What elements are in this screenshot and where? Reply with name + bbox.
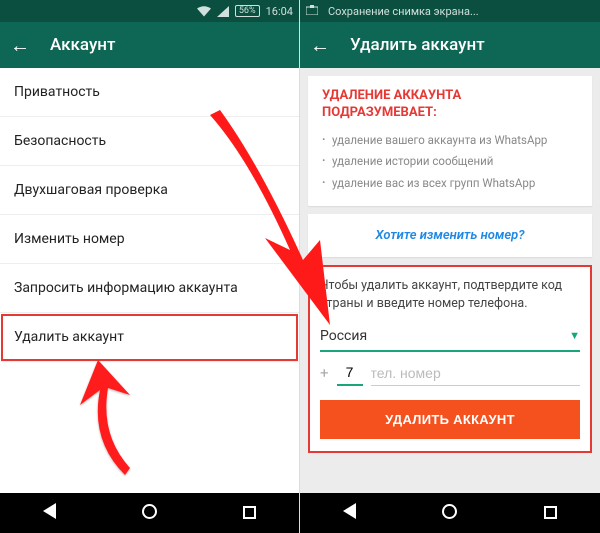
signal-icon bbox=[217, 6, 229, 17]
screen-account: 56% 16:04 ← Аккаунт Приватность Безопасн… bbox=[0, 0, 300, 533]
action-bar: ← Аккаунт bbox=[0, 22, 299, 68]
wifi-icon bbox=[197, 6, 211, 17]
menu-item-delete-account[interactable]: Удалить аккаунт bbox=[0, 313, 299, 362]
android-nav-bar bbox=[0, 493, 299, 533]
screenshot-save-icon bbox=[306, 5, 318, 18]
confirm-instructions: Чтобы удалить аккаунт, подтвердите код с… bbox=[320, 277, 580, 313]
status-bar: 56% 16:04 bbox=[0, 0, 299, 22]
warning-bullet: удаление вас из всех групп WhatsApp bbox=[322, 173, 578, 195]
country-selector[interactable]: Россия ▼ bbox=[320, 324, 580, 352]
warning-bullet: удаление вашего аккаунта из WhatsApp bbox=[322, 130, 578, 152]
android-nav-bar bbox=[300, 493, 600, 533]
plus-sign: + bbox=[320, 364, 329, 386]
phone-input-row: + bbox=[320, 362, 580, 386]
account-menu-list: Приватность Безопасность Двухшаговая про… bbox=[0, 68, 299, 493]
delete-account-button[interactable]: УДАЛИТЬ АККАУНТ bbox=[320, 400, 580, 439]
confirm-delete-card: Чтобы удалить аккаунт, подтвердите код с… bbox=[308, 265, 592, 452]
menu-item-two-step[interactable]: Двухшаговая проверка bbox=[0, 166, 299, 215]
battery-indicator: 56% bbox=[235, 5, 260, 17]
screenshot-save-text: Сохранение снимка экрана... bbox=[328, 5, 479, 18]
country-name: Россия bbox=[320, 328, 367, 344]
nav-back-button[interactable] bbox=[343, 503, 356, 523]
change-number-link[interactable]: Хотите изменить номер? bbox=[308, 214, 592, 257]
back-arrow-icon[interactable]: ← bbox=[10, 35, 30, 55]
nav-home-button[interactable] bbox=[142, 504, 157, 523]
delete-account-body: УДАЛЕНИЕ АККАУНТА ПОДРАЗУМЕВАЕТ: удалени… bbox=[300, 68, 600, 493]
battery-percent: 56% bbox=[239, 6, 256, 16]
warning-bullet: удаление истории сообщений bbox=[322, 151, 578, 173]
warning-heading: УДАЛЕНИЕ АККАУНТА ПОДРАЗУМЕВАЕТ: bbox=[322, 88, 578, 122]
country-code-input[interactable] bbox=[337, 362, 363, 386]
nav-home-button[interactable] bbox=[442, 504, 457, 523]
menu-item-change-number[interactable]: Изменить номер bbox=[0, 215, 299, 264]
dropdown-caret-icon: ▼ bbox=[569, 329, 580, 342]
back-arrow-icon[interactable]: ← bbox=[310, 35, 330, 55]
nav-recent-button[interactable] bbox=[544, 504, 557, 523]
menu-item-request-info[interactable]: Запросить информацию аккаунта bbox=[0, 264, 299, 313]
page-title: Аккаунт bbox=[50, 35, 115, 55]
menu-item-security[interactable]: Безопасность bbox=[0, 117, 299, 166]
warning-card: УДАЛЕНИЕ АККАУНТА ПОДРАЗУМЕВАЕТ: удалени… bbox=[308, 76, 592, 206]
phone-number-input[interactable] bbox=[371, 363, 580, 386]
nav-back-button[interactable] bbox=[43, 503, 56, 523]
clock: 16:04 bbox=[266, 5, 293, 18]
nav-recent-button[interactable] bbox=[243, 504, 256, 523]
action-bar: ← Удалить аккаунт bbox=[300, 22, 600, 68]
status-bar: Сохранение снимка экрана... bbox=[300, 0, 600, 22]
page-title: Удалить аккаунт bbox=[350, 35, 485, 55]
warning-bullets: удаление вашего аккаунта из WhatsApp уда… bbox=[322, 130, 578, 195]
screen-delete-account: Сохранение снимка экрана... ← Удалить ак… bbox=[300, 0, 600, 533]
menu-item-privacy[interactable]: Приватность bbox=[0, 68, 299, 117]
